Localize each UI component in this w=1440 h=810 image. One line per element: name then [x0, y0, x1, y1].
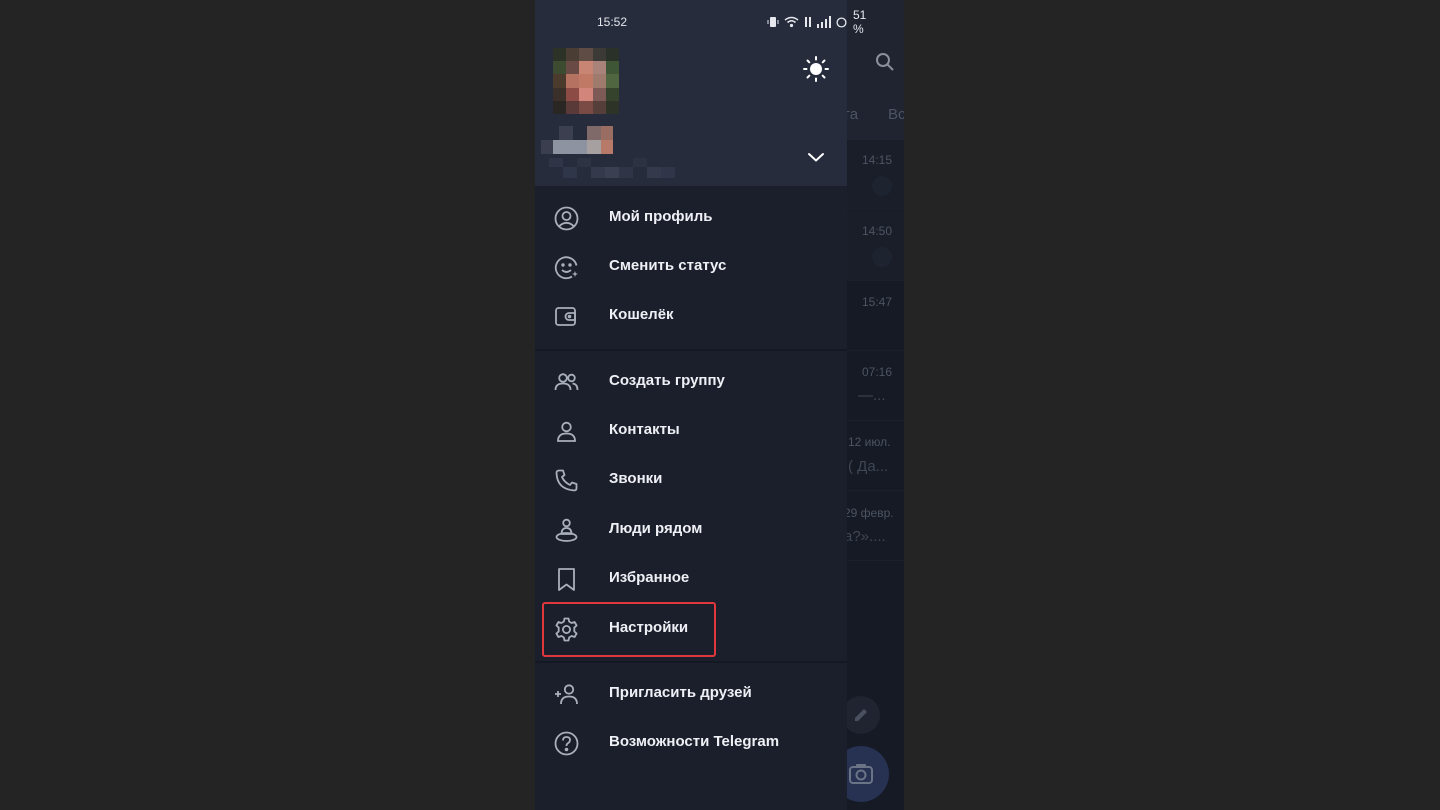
search-icon[interactable] [875, 52, 895, 72]
chat-time: 12 июл. [848, 435, 891, 449]
menu-item-contacts[interactable]: Контакты [535, 407, 847, 456]
menu-label: Контакты [609, 421, 680, 438]
menu-label: Возможности Telegram [609, 733, 780, 750]
wallet-icon [554, 304, 579, 329]
menu-label: Сменить статус [609, 257, 727, 274]
menu-label: Создать группу [609, 372, 725, 389]
settings-highlight-frame [542, 602, 716, 657]
menu-item-telegram-features[interactable]: Возможности Telegram [535, 719, 847, 768]
edit-button[interactable] [842, 696, 880, 734]
menu-item-saved-messages[interactable]: Избранное [535, 555, 847, 604]
add-user-icon [554, 682, 579, 707]
menu-item-invite-friends[interactable]: Пригласить друзей [535, 670, 847, 719]
phone-icon [554, 468, 579, 493]
status-icons: 51 % [767, 8, 866, 36]
group-icon [554, 370, 579, 395]
avatar[interactable] [553, 48, 619, 114]
menu-label: Избранное [609, 569, 690, 586]
menu-label: Пригласить друзей [609, 684, 752, 701]
status-time: 15:52 [597, 15, 628, 29]
menu-item-create-group[interactable]: Создать группу [535, 358, 847, 407]
bookmark-icon [554, 567, 579, 592]
signal-icon [817, 16, 831, 28]
folder-tab[interactable]: Вс [888, 106, 904, 123]
menu-divider [535, 661, 847, 663]
phone-screen: та Вс 14:15 14:50 15:47 07:16 —... 12 ию… [535, 0, 904, 810]
wifi-icon [784, 16, 799, 28]
chat-time: 07:16 [862, 365, 893, 379]
pin-icon [872, 247, 892, 267]
menu-label: Звонки [609, 470, 663, 487]
emoji-status-icon [554, 255, 579, 280]
menu-item-my-profile[interactable]: Мой профиль [535, 194, 847, 243]
chevron-down-icon[interactable] [805, 146, 827, 168]
chat-time: 29 февр. [844, 506, 894, 520]
menu-label: Кошелёк [609, 306, 674, 323]
chat-snippet: —... [858, 387, 886, 404]
menu-item-wallet[interactable]: Кошелёк [535, 292, 847, 341]
chat-time: 15:47 [862, 295, 893, 309]
chat-time: 14:15 [862, 153, 893, 167]
menu-item-calls[interactable]: Звонки [535, 456, 847, 505]
people-nearby-icon [554, 518, 579, 543]
menu-item-people-nearby[interactable]: Люди рядом [535, 506, 847, 555]
battery-percent: 51 % [853, 8, 867, 36]
navigation-drawer: 15:52 51 % Мой профиль Сменить статус Ко… [535, 0, 866, 810]
theme-toggle-sun-icon[interactable] [801, 54, 831, 84]
pin-icon [872, 176, 892, 196]
contact-icon [554, 419, 579, 444]
help-icon [554, 731, 579, 756]
account-phone [549, 156, 677, 178]
battery-icon [836, 16, 847, 28]
menu-item-change-status[interactable]: Сменить статус [535, 243, 847, 292]
account-name [541, 126, 681, 154]
data-icon [804, 16, 812, 28]
chat-time: 14:50 [862, 224, 893, 238]
menu-divider [535, 349, 847, 351]
vibrate-icon [767, 16, 779, 28]
menu-label: Мой профиль [609, 208, 713, 225]
chat-snippet: а?».... [844, 528, 886, 545]
chat-snippet: ( Да... [848, 458, 889, 475]
menu-label: Люди рядом [609, 520, 703, 537]
profile-icon [554, 206, 579, 231]
drawer-header: 15:52 51 % [535, 0, 866, 186]
